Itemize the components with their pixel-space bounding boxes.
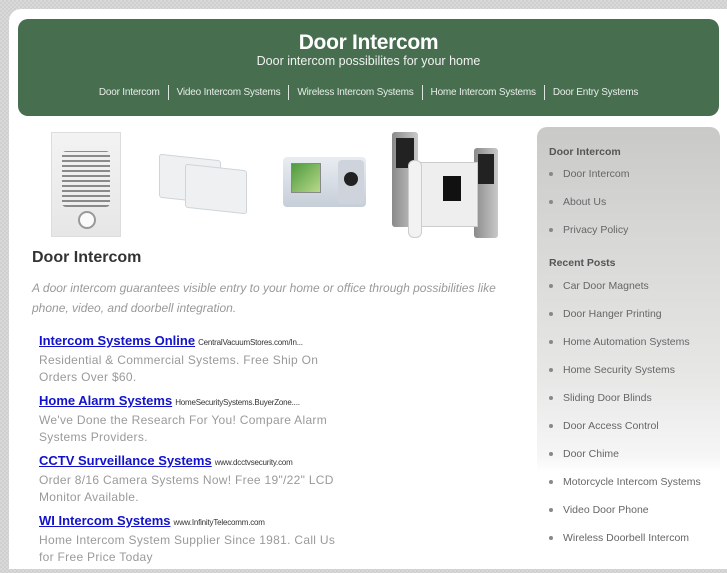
recent-post-label: Door Chime xyxy=(563,448,620,460)
recent-post-link[interactable]: Home Security Systems xyxy=(549,356,720,384)
recent-post-label: Home Automation Systems xyxy=(563,336,690,348)
ad-title-link[interactable]: Intercom Systems Online xyxy=(39,333,195,348)
bullet-icon xyxy=(549,172,553,176)
bullet-icon xyxy=(549,396,553,400)
bullet-icon xyxy=(549,228,553,232)
bullet-icon xyxy=(549,508,553,512)
recent-post-label: Sliding Door Blinds xyxy=(563,392,652,404)
sidebar-item-label: Door Intercom xyxy=(563,168,630,180)
nav-door-intercom[interactable]: Door Intercom xyxy=(91,87,168,98)
sidebar-item-privacy-policy[interactable]: Privacy Policy xyxy=(549,216,720,244)
recent-post-label: Wireless Doorbell Intercom xyxy=(563,532,690,544)
sidebar-item-about-us[interactable]: About Us xyxy=(549,188,720,216)
sidebar-item-label: Privacy Policy xyxy=(563,224,629,236)
call-button-graphic xyxy=(78,211,96,229)
recent-post-link[interactable]: Video Door Phone xyxy=(549,496,720,524)
door-speaker-image xyxy=(51,132,121,237)
recent-post-label: Door Hanger Printing xyxy=(563,308,662,320)
ad-url[interactable]: www.dcctvsecurity.com xyxy=(215,458,293,467)
intercom-unit xyxy=(185,163,247,215)
recent-post-label: Motorcycle Intercom Systems xyxy=(563,476,701,488)
ad-url[interactable]: HomeSecuritySystems.BuyerZone.... xyxy=(175,398,300,407)
recent-post-link[interactable]: Wireless Doorbell Intercom xyxy=(549,524,720,552)
bullet-icon xyxy=(549,452,553,456)
ad-url[interactable]: CentralVacuumStores.com/In... xyxy=(198,338,303,347)
bullet-icon xyxy=(549,340,553,344)
site-title[interactable]: Door Intercom xyxy=(18,31,719,55)
widget-title-pages: Door Intercom xyxy=(549,146,621,158)
bullet-icon xyxy=(549,200,553,204)
widget-title-recent-posts: Recent Posts xyxy=(549,257,616,269)
ad-title-link[interactable]: WI Intercom Systems xyxy=(39,513,171,528)
bullet-icon xyxy=(549,368,553,372)
ad-item: Home Alarm Systems HomeSecuritySystems.Bu… xyxy=(39,393,339,445)
recent-post-label: Door Access Control xyxy=(563,420,659,432)
recent-post-link[interactable]: Door Hanger Printing xyxy=(549,300,720,328)
recent-post-link[interactable]: Door Chime xyxy=(549,440,720,468)
nav-wireless-intercom-systems[interactable]: Wireless Intercom Systems xyxy=(289,87,421,98)
sidebar-item-label: About Us xyxy=(563,196,607,208)
ad-description: Order 8/16 Camera Systems Now! Free 19"/… xyxy=(39,473,334,504)
nav-video-intercom-systems[interactable]: Video Intercom Systems xyxy=(169,87,289,98)
bullet-icon xyxy=(549,284,553,288)
wired-intercom-units-image xyxy=(155,153,250,215)
page-title: Door Intercom xyxy=(32,249,142,266)
recent-post-label: Car Door Magnets xyxy=(563,280,649,292)
bullet-icon xyxy=(549,312,553,316)
recent-post-link[interactable]: Motorcycle Intercom Systems xyxy=(549,468,720,496)
sidebar: Door Intercom Door Intercom About Us Pri… xyxy=(537,127,720,557)
nav-door-entry-systems[interactable]: Door Entry Systems xyxy=(545,87,646,98)
speaker-grille xyxy=(62,151,110,207)
recent-post-link[interactable]: Door Access Control xyxy=(549,412,720,440)
site-tagline: Door intercom possibilites for your home xyxy=(256,54,481,68)
product-banner xyxy=(30,127,510,239)
ad-description: We've Done the Research For You! Compare… xyxy=(39,413,328,444)
main-nav: Door Intercom Video Intercom Systems Wir… xyxy=(18,85,719,100)
recent-post-link[interactable]: Car Door Magnets xyxy=(549,272,720,300)
ad-description: Residential & Commercial Systems. Free S… xyxy=(39,353,319,384)
recent-posts-list: Car Door Magnets Door Hanger Printing Ho… xyxy=(537,272,720,552)
ad-title-link[interactable]: CCTV Surveillance Systems xyxy=(39,453,212,468)
ad-item: WI Intercom Systems www.InfinityTelecomm.… xyxy=(39,513,339,565)
recent-post-link[interactable]: Sliding Door Blinds xyxy=(549,384,720,412)
nav-home-intercom-systems[interactable]: Home Intercom Systems xyxy=(423,87,544,98)
bullet-icon xyxy=(549,424,553,428)
door-camera-panel xyxy=(338,160,364,204)
ad-url[interactable]: www.InfinityTelecomm.com xyxy=(174,518,265,527)
ad-list: Intercom Systems Online CentralVacuumStor… xyxy=(39,333,339,573)
bullet-icon xyxy=(549,480,553,484)
ad-title-link[interactable]: Home Alarm Systems xyxy=(39,393,172,408)
video-door-phone-set-image xyxy=(392,132,499,239)
intro-text: A door intercom guarantees visible entry… xyxy=(32,281,496,315)
ad-item: CCTV Surveillance Systems www.dcctvsecuri… xyxy=(39,453,339,505)
bullet-icon xyxy=(549,536,553,540)
monitor-screen xyxy=(291,163,321,193)
recent-post-link[interactable]: Home Automation Systems xyxy=(549,328,720,356)
recent-post-label: Video Door Phone xyxy=(563,504,649,516)
video-intercom-kit-image xyxy=(283,157,366,207)
ad-description: Home Intercom System Supplier Since 1981… xyxy=(39,533,336,564)
recent-post-label: Home Security Systems xyxy=(563,364,676,376)
handset xyxy=(408,160,422,238)
pages-list: Door Intercom About Us Privacy Policy xyxy=(537,160,720,244)
sidebar-item-door-intercom[interactable]: Door Intercom xyxy=(549,160,720,188)
site-header: Door Intercom Door intercom possibilites… xyxy=(18,19,719,116)
indoor-monitor xyxy=(418,162,478,227)
ad-item: Intercom Systems Online CentralVacuumStor… xyxy=(39,333,339,385)
